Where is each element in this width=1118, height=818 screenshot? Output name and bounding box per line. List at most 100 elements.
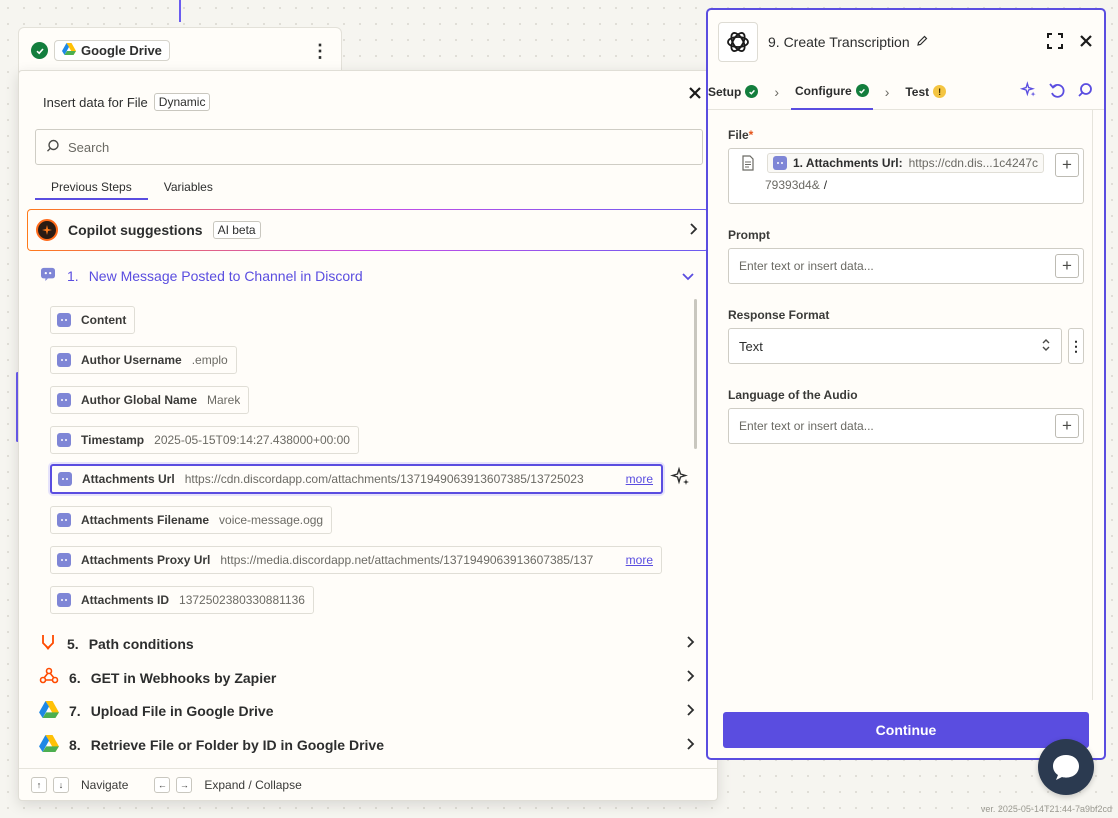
more-options-icon[interactable]: ⋮ [311, 42, 329, 60]
prompt-label: Prompt [728, 228, 770, 242]
field-name: Attachments ID [81, 593, 170, 607]
search-field[interactable] [35, 129, 703, 165]
step-number: 8. [69, 737, 81, 753]
field-name: Attachments Filename [81, 513, 210, 527]
webhook-icon [39, 667, 59, 688]
file-value-slash: / [823, 178, 828, 192]
file-label-text: File [728, 128, 749, 142]
path-icon [39, 633, 57, 654]
step-title: GET in Webhooks by Zapier [90, 669, 277, 686]
step-8-row[interactable]: 8. Retrieve File or Folder by ID in Goog… [39, 735, 695, 755]
updown-chevron-icon [1041, 338, 1051, 355]
close-icon[interactable] [1078, 33, 1094, 52]
prompt-field[interactable]: + [728, 248, 1084, 284]
discord-icon [57, 353, 71, 367]
search-icon [46, 139, 60, 156]
chevron-down-icon [681, 268, 695, 284]
step-1-discord-row[interactable]: 1. New Message Posted to Channel in Disc… [39, 267, 695, 284]
insert-data-plus-button[interactable]: + [1055, 153, 1079, 177]
language-field[interactable]: + [728, 408, 1084, 444]
field-timestamp[interactable]: Timestamp 2025-05-15T09:14:27.438000+00:… [50, 426, 359, 454]
navigate-hint: Navigate [81, 777, 129, 792]
step-6-row[interactable]: 6. GET in Webhooks by Zapier [39, 667, 695, 688]
insert-data-plus-button[interactable]: + [1055, 414, 1079, 438]
field-value: voice-message.ogg [219, 513, 324, 527]
prompt-input[interactable] [739, 259, 1055, 273]
chat-support-button[interactable] [1038, 739, 1094, 795]
response-format-select[interactable]: Text [728, 328, 1062, 364]
field-content[interactable]: Content [50, 306, 136, 334]
tab-configure[interactable]: Configure [791, 74, 873, 110]
step-number: 1. [67, 267, 79, 284]
discord-icon [57, 553, 71, 567]
field-value: https://media.discordapp.net/attachments… [220, 553, 594, 567]
version-label: ver. 2025-05-14T21:44-7a9bf2cd [980, 804, 1112, 814]
field-author-username[interactable]: Author Username .emplo [50, 346, 237, 374]
expand-icon[interactable] [1046, 32, 1064, 53]
tab-setup[interactable]: Setup [708, 74, 762, 110]
tab-previous-steps[interactable]: Previous Steps [35, 180, 148, 200]
field-name: Attachments Url [82, 472, 175, 486]
undo-icon[interactable] [1048, 81, 1066, 102]
language-label: Language of the Audio [728, 388, 858, 402]
insert-data-plus-button[interactable]: + [1055, 254, 1079, 278]
response-format-value: Text [739, 338, 763, 354]
keyboard-hints-footer: ↑ ↓ Navigate ← → Expand / Collapse [19, 768, 717, 800]
ai-sparkle-icon[interactable] [1019, 81, 1038, 102]
file-label: File* [728, 128, 1104, 142]
more-link[interactable]: more [626, 553, 653, 567]
tab-variables[interactable]: Variables [148, 180, 229, 200]
continue-button[interactable]: Continue [723, 712, 1089, 748]
step-5-row[interactable]: 5. Path conditions [39, 633, 695, 654]
more-options-icon[interactable]: ⋮ [1068, 328, 1084, 364]
step-editor-panel: 9. Create Transcription Setup › Configur… [706, 8, 1106, 760]
app-pill: Google Drive [54, 40, 170, 61]
field-author-global-name[interactable]: Author Global Name Marek [50, 386, 250, 414]
step-number: 7. [69, 703, 81, 719]
pill-name: 1. Attachments Url: [793, 156, 903, 170]
field-attachments-url[interactable]: Attachments Url https://cdn.discordapp.c… [50, 464, 663, 494]
chevron-right-icon [685, 737, 695, 754]
search-icon[interactable] [1076, 81, 1094, 102]
discord-icon [57, 513, 71, 527]
discord-icon [57, 433, 71, 447]
language-input[interactable] [739, 419, 1055, 433]
discord-icon [57, 593, 71, 607]
file-value-continuation: 79393d4& / [765, 178, 827, 192]
field-value: 1372502380330881136 [179, 593, 305, 607]
step-7-row[interactable]: 7. Upload File in Google Drive [39, 701, 695, 721]
chevron-right-icon: › [774, 83, 780, 100]
arrow-down-key-icon: ↓ [53, 776, 69, 793]
field-attachments-proxy-url[interactable]: Attachments Proxy Url https://media.disc… [50, 546, 662, 574]
response-format-label: Response Format [728, 308, 830, 322]
arrow-right-key-icon: → [176, 776, 193, 793]
arrow-up-key-icon: ↑ [31, 776, 47, 793]
edit-pencil-icon[interactable] [916, 34, 928, 50]
step-title: New Message Posted to Channel in Discord [88, 267, 363, 284]
field-attachments-id[interactable]: Attachments ID 1372502380330881136 [50, 586, 314, 614]
field-attachments-filename[interactable]: Attachments Filename voice-message.ogg [50, 506, 333, 534]
field-name: Author Global Name [81, 393, 198, 407]
discord-icon [58, 472, 72, 486]
scrollbar[interactable] [694, 299, 697, 449]
step-title: Path conditions [88, 635, 194, 652]
editor-tabs: Setup › Configure › Test ! [708, 74, 1104, 110]
expand-collapse-hint: Expand / Collapse [204, 777, 302, 792]
search-input[interactable] [68, 139, 692, 155]
more-link[interactable]: more [626, 472, 653, 486]
app-name: Google Drive [81, 43, 162, 58]
ai-sparkle-icon[interactable] [670, 466, 692, 488]
field-value: .emplo [191, 353, 228, 367]
field-name: Attachments Proxy Url [81, 553, 211, 567]
attachments-url-pill[interactable]: 1. Attachments Url: https://cdn.dis...1c… [767, 153, 1044, 173]
chevron-right-icon: › [884, 83, 890, 100]
close-icon[interactable] [685, 83, 705, 103]
discord-icon [57, 393, 71, 407]
discord-icon [57, 313, 71, 327]
tab-test[interactable]: Test ! [901, 74, 950, 110]
copilot-suggestions-row[interactable]: Copilot suggestions AI beta [27, 209, 709, 251]
tab-setup-label: Setup [708, 84, 742, 99]
success-check-icon [745, 85, 759, 98]
warning-icon: ! [933, 85, 947, 98]
file-field[interactable]: 1. Attachments Url: https://cdn.dis...1c… [728, 148, 1084, 204]
